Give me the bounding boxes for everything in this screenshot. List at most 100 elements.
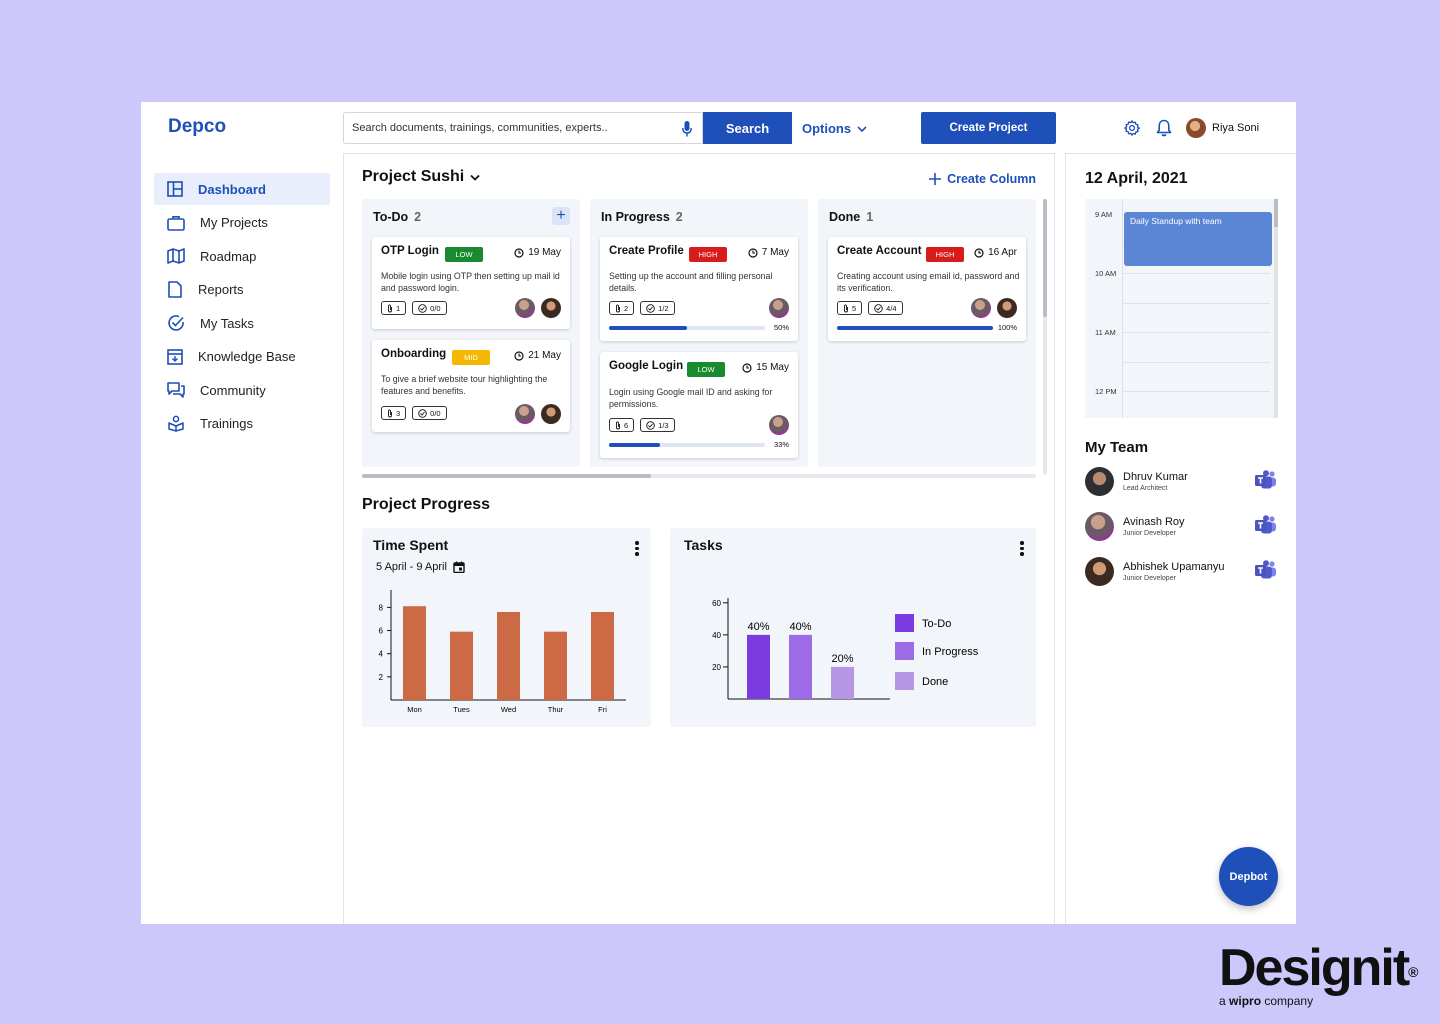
depbot-chat-button[interactable]: Depbot	[1219, 847, 1278, 906]
add-card-button[interactable]: +	[552, 207, 570, 225]
hour-label: 11 AM	[1095, 328, 1116, 337]
sidebar-item-dashboard[interactable]: Dashboard	[154, 173, 330, 205]
member-name: Abhishek Upamanyu	[1123, 561, 1225, 573]
checklist-count[interactable]: 0/0	[412, 301, 447, 315]
user-menu[interactable]: Riya Soni	[1186, 118, 1259, 138]
app-window: Depco Search Options Create Project Riya…	[141, 102, 1296, 924]
search-input[interactable]	[344, 113, 664, 143]
create-column-button[interactable]: Create Column	[929, 172, 1036, 186]
card-meta: 6 1/3	[609, 418, 675, 432]
team-member[interactable]: Avinash Roy Junior Developer	[1085, 512, 1277, 542]
card-description: Mobile login using OTP then setting up m…	[381, 271, 560, 293]
chevron-down-icon	[470, 174, 480, 181]
avatar	[997, 298, 1017, 318]
calendar-view: 9 AM 10 AM 11 AM 12 PM Daily Standup wit…	[1085, 199, 1278, 418]
legend-swatch	[895, 614, 914, 632]
member-role: Junior Developer	[1123, 530, 1176, 537]
progress-label: 100%	[997, 323, 1017, 332]
calendar-scrollbar[interactable]	[1274, 199, 1278, 418]
teams-icon[interactable]	[1255, 515, 1277, 535]
team-member[interactable]: Abhishek Upamanyu Junior Developer	[1085, 557, 1277, 587]
dashboard-icon	[167, 181, 183, 197]
scrollbar-thumb[interactable]	[362, 474, 651, 478]
attachment-count[interactable]: 3	[381, 406, 407, 420]
checklist-number: 0/0	[430, 303, 441, 313]
task-card[interactable]: Create Profile HIGH 7 May Setting up the…	[600, 237, 798, 341]
main-content: Project Sushi Create Column To-Do 2 + OTP…	[343, 153, 1055, 924]
team-member[interactable]: Dhruv Kumar Lead Architect	[1085, 467, 1277, 497]
checklist-number: 1/2	[658, 303, 669, 313]
priority-badge: LOW	[445, 247, 483, 262]
avatar	[769, 415, 789, 435]
bar	[544, 631, 567, 700]
scrollbar-thumb[interactable]	[1274, 199, 1278, 227]
sidebar-item-roadmap[interactable]: Roadmap	[154, 240, 330, 272]
x-tick-label: Tues	[453, 705, 470, 714]
attachment-count[interactable]: 5	[837, 301, 863, 315]
options-label: Options	[802, 121, 852, 136]
y-tick-label: 4	[379, 650, 384, 659]
progress-bar	[837, 326, 993, 330]
attachment-number: 1	[396, 303, 401, 313]
y-tick-label: 20	[712, 663, 721, 672]
sidebar-item-reports[interactable]: Reports	[154, 274, 330, 306]
board-vertical-scrollbar[interactable]	[1043, 199, 1047, 475]
card-title: Google Login	[609, 360, 684, 372]
task-card[interactable]: OTP Login LOW 19 May Mobile login using …	[372, 237, 570, 329]
bar	[497, 612, 520, 700]
avatar	[769, 298, 789, 318]
sidebar-item-label: Trainings	[200, 416, 253, 431]
project-selector[interactable]: Project Sushi	[362, 168, 480, 186]
checklist-count[interactable]: 1/3	[640, 418, 675, 432]
task-card[interactable]: Create Account HIGH 16 Apr Creating acco…	[828, 237, 1026, 341]
avatar	[541, 298, 561, 318]
create-project-button[interactable]: Create Project	[921, 112, 1056, 144]
tagline-prefix: a	[1219, 994, 1226, 1008]
attachment-number: 5	[852, 303, 857, 313]
task-card[interactable]: Google Login LOW 15 May Login using Goog…	[600, 352, 798, 458]
progress-label: 33%	[773, 440, 789, 449]
sidebar-item-trainings[interactable]: Trainings	[154, 408, 330, 440]
sidebar-item-my-tasks[interactable]: My Tasks	[154, 307, 330, 339]
sidebar-item-label: My Projects	[200, 215, 268, 230]
due-date: 21 May	[514, 350, 561, 361]
microphone-icon[interactable]	[682, 121, 692, 137]
sidebar-item-knowledge-base[interactable]: Knowledge Base	[154, 341, 330, 373]
search-button[interactable]: Search	[703, 112, 792, 144]
checklist-number: 0/0	[430, 408, 441, 418]
assignees	[769, 415, 789, 435]
bell-icon[interactable]	[1156, 119, 1172, 137]
legend-label: In Progress	[922, 646, 979, 658]
attachment-count[interactable]: 2	[609, 301, 635, 315]
member-name: Avinash Roy	[1123, 516, 1185, 528]
app-logo[interactable]: Depco	[168, 116, 226, 138]
assignees	[515, 404, 561, 424]
priority-badge: HIGH	[689, 247, 727, 262]
legend-label: To-Do	[922, 618, 951, 630]
checklist-count[interactable]: 0/0	[412, 406, 447, 420]
time-spent-chart: 2 4 6 8 Mon Tues Wed Thur Fri	[379, 590, 626, 714]
checklist-count[interactable]: 1/2	[640, 301, 675, 315]
clock-icon	[514, 247, 524, 258]
gear-icon[interactable]	[1123, 119, 1141, 137]
teams-icon[interactable]	[1255, 470, 1277, 490]
legend-label: Done	[922, 676, 948, 688]
board-horizontal-scrollbar[interactable]	[362, 474, 1036, 478]
teams-icon[interactable]	[1255, 560, 1277, 580]
attachment-count[interactable]: 1	[381, 301, 407, 315]
task-card[interactable]: Onboarding MID 21 May To give a brief we…	[372, 340, 570, 432]
sidebar-item-label: Community	[200, 382, 266, 398]
map-icon	[167, 248, 185, 264]
column-title: In Progress	[601, 210, 670, 224]
hour-label: 10 AM	[1095, 269, 1117, 278]
checklist-count[interactable]: 4/4	[868, 301, 903, 315]
calendar-event[interactable]: Daily Standup with team	[1124, 212, 1272, 266]
x-tick-label: Fri	[598, 705, 607, 714]
data-label: 20%	[831, 653, 853, 665]
scrollbar-thumb[interactable]	[1043, 199, 1047, 317]
options-dropdown[interactable]: Options	[802, 121, 867, 136]
attachment-count[interactable]: 6	[609, 418, 635, 432]
check-circle-icon	[646, 303, 655, 313]
sidebar-item-community[interactable]: Community	[154, 374, 330, 406]
sidebar-item-my-projects[interactable]: My Projects	[154, 207, 330, 239]
